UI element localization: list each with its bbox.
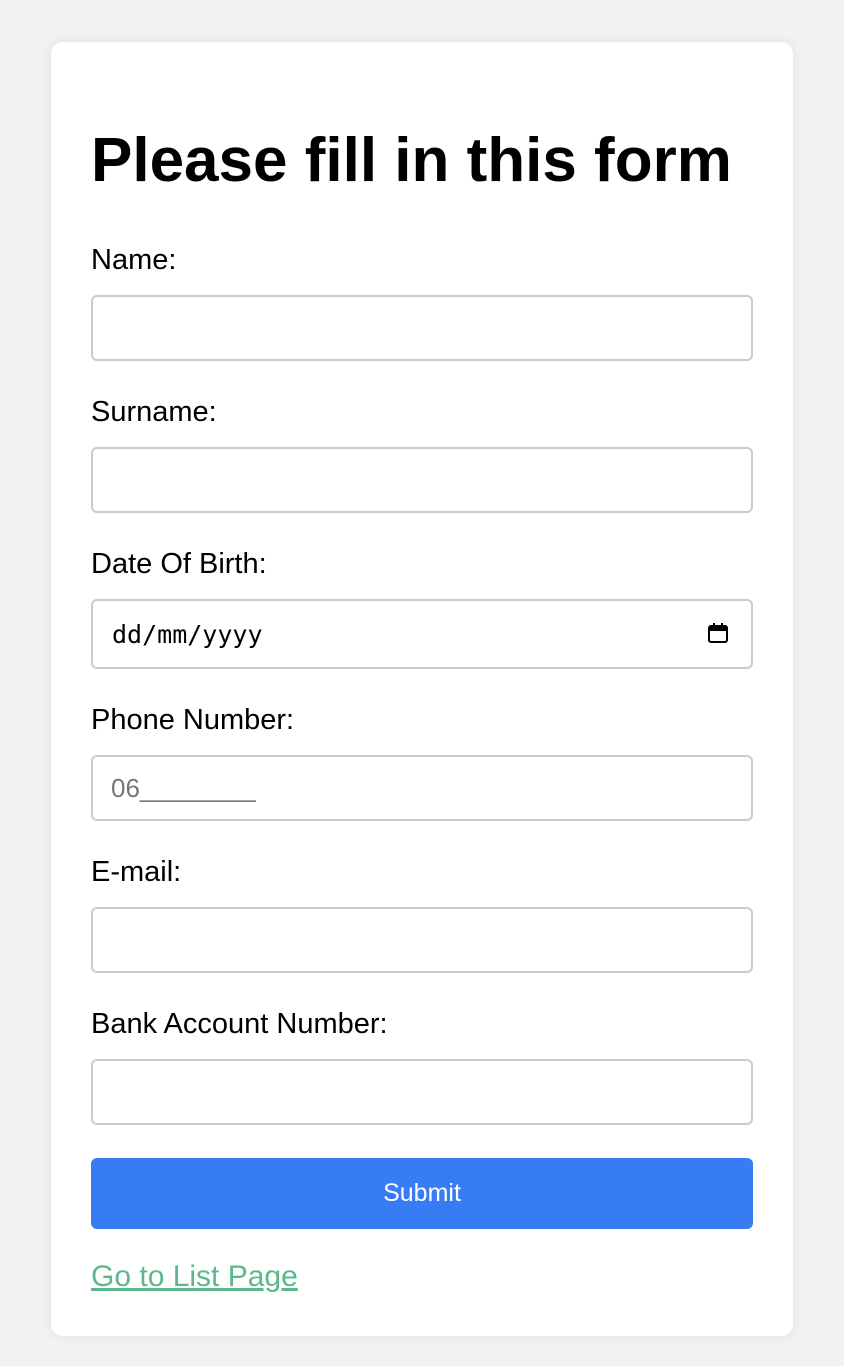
bank-account-input-box <box>91 1059 753 1125</box>
page-title: Please fill in this form <box>91 126 732 195</box>
name-input[interactable] <box>93 297 751 359</box>
surname-label: Surname: <box>91 396 217 428</box>
phone-number-input[interactable] <box>93 757 751 819</box>
submit-button[interactable]: Submit <box>91 1158 753 1229</box>
name-label: Name: <box>91 244 177 276</box>
bank-account-label: Bank Account Number: <box>91 1008 388 1040</box>
bank-account-input[interactable] <box>93 1061 751 1123</box>
phone-number-input-box <box>91 755 753 821</box>
name-input-box <box>91 295 753 361</box>
calendar-icon[interactable] <box>707 622 729 644</box>
surname-field-group: Surname: <box>91 396 753 513</box>
name-field-group: Name: <box>91 244 753 361</box>
email-field-group: E-mail: <box>91 856 753 973</box>
email-input[interactable] <box>93 909 751 971</box>
surname-input-box <box>91 447 753 513</box>
date-of-birth-field-group: Date Of Birth: dd/mm/yyyy <box>91 548 753 669</box>
date-of-birth-input[interactable]: dd/mm/yyyy <box>91 599 753 669</box>
surname-input[interactable] <box>93 449 751 511</box>
form-card: Please fill in this form Name: Surname: … <box>51 42 793 1336</box>
phone-number-label: Phone Number: <box>91 704 295 736</box>
email-input-box <box>91 907 753 973</box>
bank-account-field-group: Bank Account Number: <box>91 1008 753 1125</box>
date-of-birth-placeholder: dd/mm/yyyy <box>112 619 263 649</box>
date-of-birth-label: Date Of Birth: <box>91 548 267 580</box>
go-to-list-page-link[interactable]: Go to List Page <box>91 1260 298 1294</box>
email-label: E-mail: <box>91 856 182 888</box>
phone-number-field-group: Phone Number: <box>91 704 753 821</box>
